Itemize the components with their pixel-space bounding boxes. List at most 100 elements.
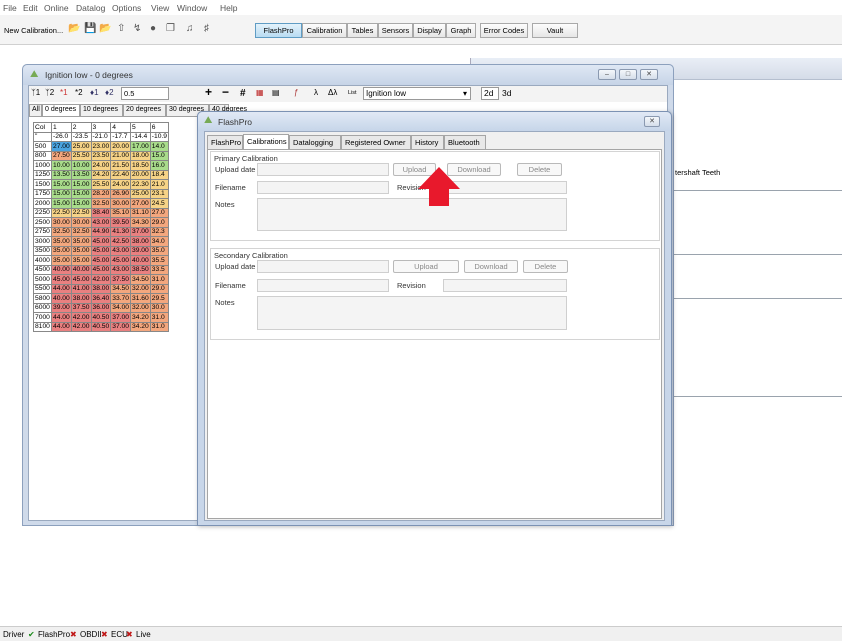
grid-cell[interactable]: 34.20 (130, 312, 151, 323)
menu-file[interactable]: File (3, 3, 17, 13)
grid-cell[interactable]: 22.50 (70, 207, 92, 218)
grid-cell[interactable]: 40.00 (51, 293, 72, 304)
grid-cell[interactable]: 21.0 (149, 179, 170, 190)
grid-cell[interactable]: 38.40 (90, 207, 112, 218)
grid-cell[interactable]: 32.50 (90, 198, 112, 209)
plus-icon[interactable]: + (205, 85, 212, 99)
grid-cell[interactable]: 23.50 (90, 150, 112, 161)
grid-cell[interactable]: 32.50 (51, 226, 72, 237)
primary-download-button[interactable]: Download (447, 163, 501, 176)
grid-cell[interactable]: 33.70 (110, 293, 131, 304)
grid-cell[interactable]: 32.3 (149, 226, 170, 237)
step-input[interactable]: 0.5 (121, 87, 169, 100)
display-button[interactable]: Display (413, 23, 446, 38)
grid-cell[interactable]: 42.50 (110, 236, 131, 247)
close-icon[interactable]: ✕ (644, 116, 660, 127)
grid-cell[interactable]: 25.00 (130, 188, 151, 199)
lambda-delta-icon[interactable]: Δλ (328, 88, 337, 97)
grid-cell[interactable]: 38.00 (130, 236, 151, 247)
grid-cell[interactable]: 40.50 (90, 321, 112, 332)
grid-cell[interactable]: 22.50 (51, 207, 72, 218)
grid-cell[interactable]: 17.00 (130, 141, 151, 152)
grid-cell[interactable]: 21.50 (110, 160, 131, 171)
menu-edit[interactable]: Edit (23, 3, 38, 13)
grid-cell[interactable]: 13.50 (51, 169, 72, 180)
minus-icon[interactable]: − (222, 85, 229, 99)
grid-cell[interactable]: 35.00 (70, 245, 92, 256)
graph-button[interactable]: Graph (446, 23, 476, 38)
grid-cell[interactable]: 45.00 (90, 236, 112, 247)
grid-cell[interactable]: 40.00 (130, 255, 151, 266)
grid-cell[interactable]: 30.00 (70, 217, 92, 228)
grid-cell[interactable]: 39.00 (130, 245, 151, 256)
grid-cell[interactable]: 30.0 (149, 302, 170, 313)
grid-cell[interactable]: 35.5 (149, 255, 170, 266)
minimize-icon[interactable]: – (598, 69, 616, 80)
grid-cell[interactable]: 18.00 (130, 150, 151, 161)
grid-cell[interactable]: 31.0 (149, 321, 170, 332)
grid-cell[interactable]: 34.00 (110, 302, 131, 313)
menu-view[interactable]: View (151, 3, 169, 13)
grid-cell[interactable]: 45.00 (90, 245, 112, 256)
grid-cell[interactable]: 20.00 (130, 169, 151, 180)
grid-cell[interactable]: 29.0 (149, 217, 170, 228)
cyl2-icon[interactable]: *2 (75, 88, 83, 97)
secondary-upload-button[interactable]: Upload (393, 260, 459, 273)
grid-cell[interactable]: 45.00 (90, 264, 112, 275)
grid-cell[interactable]: 35.10 (110, 207, 131, 218)
flashpro-button[interactable]: FlashPro (255, 23, 302, 38)
grid-cell[interactable]: 35.00 (70, 255, 92, 266)
grid-cell[interactable]: 22.40 (110, 169, 131, 180)
grid-cell[interactable]: 40.50 (90, 312, 112, 323)
grid-cell[interactable]: 42.00 (70, 321, 92, 332)
grid-cell[interactable]: 10.00 (51, 160, 72, 171)
open-icon[interactable]: 📂 (99, 23, 111, 34)
ign2-icon[interactable]: ᛉ2 (45, 88, 54, 97)
grid-cell[interactable]: 44.00 (51, 283, 72, 294)
vault-button[interactable]: Vault (532, 23, 578, 38)
tab-registered-owner[interactable]: Registered Owner (341, 135, 411, 149)
grid-cell[interactable]: 15.00 (51, 198, 72, 209)
menu-help[interactable]: Help (220, 3, 237, 13)
grid-cell[interactable]: 35.00 (51, 255, 72, 266)
grid-cell[interactable]: 32.00 (130, 302, 151, 313)
grid-cell[interactable]: 27.00 (130, 198, 151, 209)
ignition-window-titlebar[interactable]: ⛰ Ignition low - 0 degrees – □ ✕ (23, 65, 673, 85)
grid-cell[interactable]: 16.0 (149, 160, 170, 171)
copy-icon[interactable]: ❐ (166, 23, 175, 34)
maximize-icon[interactable]: □ (619, 69, 637, 80)
grid-cell[interactable]: 24.00 (90, 160, 112, 171)
tab-calibrations[interactable]: Calibrations (243, 134, 289, 150)
grid-cell[interactable]: 40.00 (70, 264, 92, 275)
grid-cell[interactable]: 44.90 (90, 226, 112, 237)
grid-cell[interactable]: 45.00 (51, 274, 72, 285)
tab-all[interactable]: All (29, 104, 42, 117)
grid-cell[interactable]: 35.00 (51, 236, 72, 247)
menu-online[interactable]: Online (44, 3, 69, 13)
up-arrow-icon[interactable]: ⇧ (117, 23, 125, 34)
grid-cell[interactable]: 15.00 (70, 179, 92, 190)
grid-cell[interactable]: 39.50 (110, 217, 131, 228)
knock1-icon[interactable]: ♦1 (90, 88, 99, 97)
menu-datalog[interactable]: Datalog (76, 3, 105, 13)
calibration-button[interactable]: Calibration (302, 23, 347, 38)
grid-cell[interactable]: 45.00 (90, 255, 112, 266)
grid-cell[interactable]: 25.50 (90, 179, 112, 190)
grid-cell[interactable]: 33.5 (149, 264, 170, 275)
close-icon[interactable]: ✕ (640, 69, 658, 80)
grid-cell[interactable]: 44.00 (51, 312, 72, 323)
grid-cell[interactable]: 10.00 (70, 160, 92, 171)
grid-cell[interactable]: 24.5 (149, 198, 170, 209)
grid-cell[interactable]: 36.40 (90, 293, 112, 304)
mode-2d-button[interactable]: 2d (481, 87, 499, 100)
grid-cell[interactable]: 31.60 (130, 293, 151, 304)
tab-bluetooth[interactable]: Bluetooth (444, 135, 486, 149)
tables-button[interactable]: Tables (347, 23, 378, 38)
cyl1-icon[interactable]: *1 (60, 88, 68, 97)
lightning-icon[interactable]: ↯ (133, 23, 141, 34)
grid-cell[interactable]: 25.50 (70, 150, 92, 161)
grid-cell[interactable]: 15.00 (70, 188, 92, 199)
save-icon[interactable]: 💾 (84, 23, 96, 34)
grid-cell[interactable]: 34.50 (130, 274, 151, 285)
knock2-icon[interactable]: ♦2 (105, 88, 114, 97)
